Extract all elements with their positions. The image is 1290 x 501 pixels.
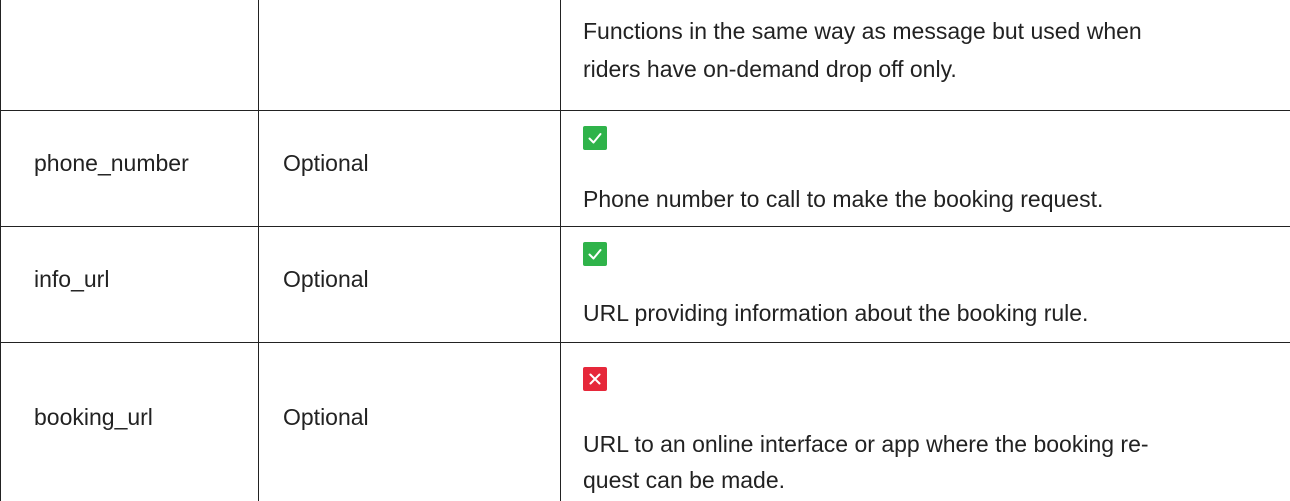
description-text: riders have on-demand drop off only.: [583, 56, 957, 82]
check-icon: [583, 242, 607, 266]
description-text: Functions in the same way as message but…: [583, 18, 1142, 44]
description-text: quest can be made.: [583, 467, 786, 493]
presence-label: Optional: [283, 404, 369, 430]
description-text: URL to an online interface or app where …: [583, 431, 1149, 457]
booking-rule-table: Functions in the same way as message but…: [0, 0, 1290, 501]
presence-label: Optional: [283, 150, 369, 176]
presence-label: Optional: [283, 266, 369, 292]
table-row: info_url Optional URL providing informat…: [0, 227, 1290, 342]
description-text: URL providing information about the book…: [583, 300, 1089, 326]
check-icon: [583, 126, 607, 150]
description-text: Phone number to call to make the booking…: [583, 186, 1104, 212]
cross-icon: [583, 367, 607, 391]
field-name: booking_url: [34, 404, 153, 430]
table-row: phone_number Optional Phone number to ca…: [0, 111, 1290, 226]
field-name: info_url: [34, 266, 110, 292]
table-row: booking_url Optional URL to an online in…: [0, 343, 1290, 501]
field-name: phone_number: [34, 150, 189, 176]
table-row: Functions in the same way as message but…: [0, 0, 1290, 110]
